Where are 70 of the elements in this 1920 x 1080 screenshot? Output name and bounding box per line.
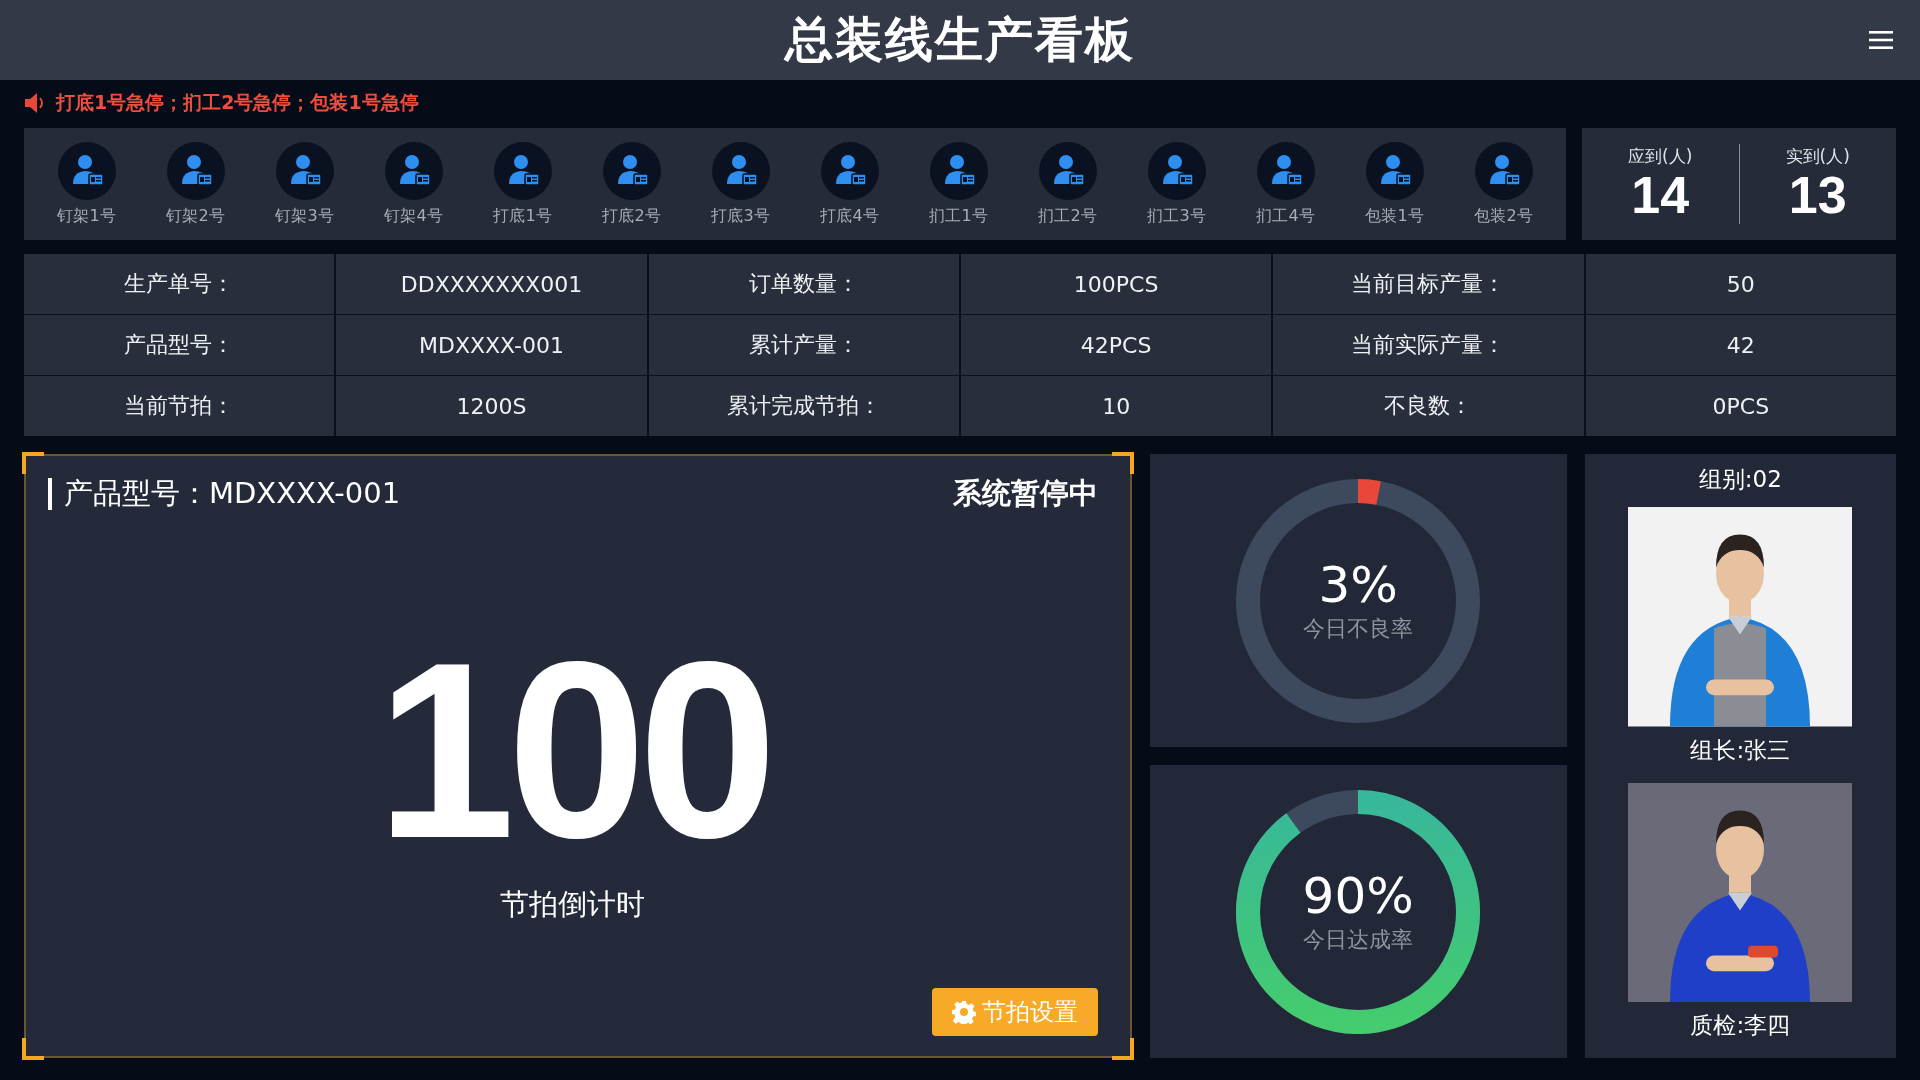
corner-bracket	[22, 1038, 44, 1060]
worker-badge-icon[interactable]	[929, 141, 988, 200]
corner-bracket	[1111, 452, 1134, 474]
station-label: 钉架2号	[166, 205, 225, 227]
field-label-cell: 生产单号：	[24, 254, 335, 314]
group-label: 组别:02	[1698, 465, 1782, 494]
field-value-cell: 42PCS	[961, 315, 1272, 375]
rate-value: 90%	[1302, 867, 1414, 926]
corner-bracket	[22, 452, 44, 474]
member-role: 质检:李四	[1690, 1011, 1791, 1040]
rate-value: 3%	[1318, 556, 1398, 615]
field-value-cell: 1200S	[336, 376, 647, 436]
field-label-cell: 当前目标产量：	[1273, 254, 1584, 314]
station-label: 打底2号	[602, 205, 661, 227]
station-label: 包装2号	[1474, 205, 1533, 227]
field-label-cell: 当前节拍：	[24, 376, 335, 436]
station-label: 打底1号	[493, 205, 552, 227]
field-label-cell: 累计完成节拍：	[648, 376, 959, 436]
field-value-cell: DDXXXXXXX001	[336, 254, 647, 314]
worker-badge-icon[interactable]	[1365, 141, 1424, 200]
field-label-cell: 累计产量：	[648, 315, 959, 375]
worker-badge-icon[interactable]	[602, 141, 661, 200]
field-value-cell: 10	[961, 376, 1272, 436]
rate-label: 今日达成率	[1303, 926, 1414, 955]
alert-text: 打底1号急停；扪工2号急停；包装1号急停	[56, 90, 419, 115]
field-label-cell: 产品型号：	[24, 315, 335, 375]
station-label: 扪工2号	[1038, 205, 1097, 227]
beat-settings-button[interactable]: 节拍设置	[931, 988, 1098, 1036]
attendance-label: 实到(人)	[1785, 145, 1850, 169]
station-label: 扪工4号	[1256, 205, 1315, 227]
attendance-count: 14	[1631, 168, 1690, 223]
field-value-cell: 100PCS	[961, 254, 1272, 314]
menu-icon[interactable]	[1868, 30, 1894, 50]
station-label: 扪工3号	[1147, 205, 1206, 227]
worker-badge-icon[interactable]	[275, 141, 334, 200]
worker-badge-icon[interactable]	[1147, 141, 1206, 200]
member-role: 组长:张三	[1690, 735, 1791, 765]
field-value-cell: 42	[1585, 315, 1896, 375]
station-label: 钉架3号	[275, 205, 334, 227]
settings-icon	[951, 1000, 976, 1024]
field-value-cell: 50	[1585, 254, 1896, 314]
countdown-caption: 节拍倒计时	[500, 885, 646, 923]
field-label-cell: 订单数量：	[648, 254, 959, 314]
field-label-cell: 不良数：	[1273, 376, 1584, 436]
rate-label: 今日不良率	[1303, 615, 1414, 644]
worker-badge-icon[interactable]	[57, 141, 116, 200]
worker-badge-icon[interactable]	[820, 141, 879, 200]
field-value-cell: MDXXXX-001	[336, 315, 647, 375]
station-label: 钉架4号	[384, 205, 443, 227]
station-label: 打底4号	[820, 205, 879, 227]
worker-badge-icon[interactable]	[1474, 141, 1533, 200]
worker-badge-icon[interactable]	[384, 141, 443, 200]
station-label: 包装1号	[1365, 205, 1424, 227]
system-status: 系统暂停中	[952, 475, 1098, 512]
field-label-cell: 当前实际产量：	[1273, 315, 1584, 375]
product-model: 产品型号：MDXXXX-001	[48, 478, 401, 510]
worker-badge-icon[interactable]	[1038, 141, 1097, 200]
countdown-value: 100	[376, 637, 770, 863]
attendance-label: 应到(人)	[1628, 145, 1693, 169]
worker-badge-icon[interactable]	[493, 141, 552, 200]
station-label: 打底3号	[711, 205, 770, 227]
page-title: 总装线生产看板	[785, 10, 1135, 69]
corner-bracket	[1111, 1038, 1134, 1060]
station-label: 扪工1号	[929, 205, 988, 227]
worker-badge-icon[interactable]	[1256, 141, 1315, 200]
station-label: 钉架1号	[57, 205, 116, 227]
attendance-count: 13	[1788, 168, 1847, 223]
worker-badge-icon[interactable]	[166, 141, 225, 200]
field-value-cell: 0PCS	[1585, 376, 1896, 436]
worker-badge-icon[interactable]	[711, 141, 770, 200]
